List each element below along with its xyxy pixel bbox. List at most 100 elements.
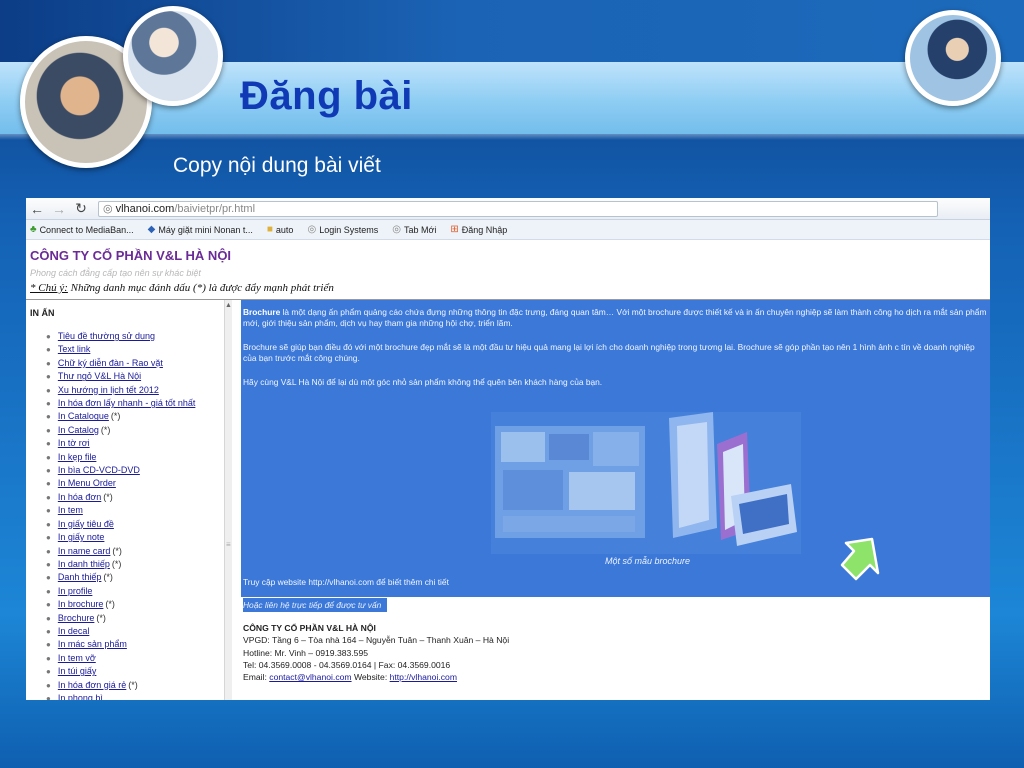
sidebar-heading: IN ẤN xyxy=(30,308,55,318)
sidebar-category-item[interactable]: ● Thư ngỏ V&L Hà Nội xyxy=(46,370,197,383)
category-link[interactable]: In túi giấy xyxy=(58,666,97,676)
sidebar-category-item[interactable]: ● In hóa đơn (*) xyxy=(46,491,197,504)
visit-website-text: Truy cập website http://vlhanoi.com để b… xyxy=(243,577,449,587)
category-link[interactable]: In name card xyxy=(58,546,111,556)
bullet-icon: ● xyxy=(46,667,51,677)
bookmark-item[interactable]: ♣ Connect to MediaBan... xyxy=(30,224,134,235)
category-link[interactable]: In tem xyxy=(58,505,83,515)
featured-mark: (*) xyxy=(110,411,121,422)
sidebar-category-item[interactable]: ● In kẹp file xyxy=(46,451,197,464)
info-tel: Tel: 04.3569.0008 - 04.3569.0164 | Fax: … xyxy=(243,659,451,670)
category-link[interactable]: In Menu Order xyxy=(58,478,116,488)
bullet-icon: ● xyxy=(46,546,51,556)
bullet-icon: ● xyxy=(46,425,51,435)
sidebar-category-item[interactable]: ● In túi giấy xyxy=(46,665,197,678)
sidebar-category-item[interactable]: ● In hóa đơn giá rẻ (*) xyxy=(46,679,197,692)
featured-mark: (*) xyxy=(128,679,138,690)
content-paragraph: Brochure sẽ giúp bạn điều đó với một bro… xyxy=(243,342,975,363)
scroll-grip-icon[interactable]: ≡ xyxy=(226,540,231,549)
category-link[interactable]: In danh thiếp xyxy=(58,559,110,569)
sidebar-category-item[interactable]: ● In giấy tiêu đề xyxy=(46,518,197,531)
category-link[interactable]: In phong bì xyxy=(58,693,103,700)
back-arrow-icon[interactable]: ← xyxy=(26,201,48,217)
bullet-icon: ● xyxy=(46,586,51,596)
bookmark-item[interactable]: ■ auto xyxy=(267,224,294,235)
bookmark-item[interactable]: ⊞ Đăng Nhập xyxy=(450,224,507,235)
category-link[interactable]: In giấy tiêu đề xyxy=(58,519,114,529)
note-text: * Chú ý: Những danh mục đánh dấu (*) là … xyxy=(30,282,334,294)
bullet-icon: ● xyxy=(46,653,51,663)
category-link[interactable]: Xu hướng in lịch tết 2012 xyxy=(58,385,159,395)
bullet-icon: ● xyxy=(46,600,51,610)
sidebar-category-item[interactable]: ● In bìa CD-VCD-DVD xyxy=(46,464,197,477)
category-link[interactable]: In hóa đơn xyxy=(58,492,101,502)
sidebar-category-item[interactable]: ● In Catalog (*) xyxy=(46,424,197,437)
reload-icon[interactable]: ↻ xyxy=(70,200,92,217)
category-link[interactable]: Thư ngỏ V&L Hà Nội xyxy=(58,371,141,381)
sidebar-category-item[interactable]: ● In tờ rơi xyxy=(46,437,197,450)
email-link[interactable]: contact@vlhanoi.com xyxy=(269,672,351,682)
bullet-icon: ● xyxy=(46,533,51,543)
bookmark-item[interactable]: ◎ Tab Mới xyxy=(392,224,436,235)
category-link[interactable]: In giấy note xyxy=(58,532,105,542)
sidebar-category-item[interactable]: ● In profile xyxy=(46,585,197,598)
category-link[interactable]: In decal xyxy=(58,626,90,636)
sidebar-category-item[interactable]: ● In decal xyxy=(46,625,197,638)
bookmark-label: Đăng Nhập xyxy=(461,224,508,235)
sidebar-category-item[interactable]: ● In hóa đơn lấy nhanh - giá tốt nhất xyxy=(46,397,197,410)
sidebar-category-item[interactable]: ● In name card (*) xyxy=(46,545,197,558)
content-paragraph: Hãy cùng V&L Hà Nội để lại dù một góc nh… xyxy=(243,377,603,387)
category-link[interactable]: In brochure xyxy=(58,599,104,609)
sidebar-category-item[interactable]: ● In Menu Order xyxy=(46,477,197,490)
globe-icon: ◎ xyxy=(103,203,113,215)
sidebar-category-item[interactable]: ● In tem vỡ xyxy=(46,652,197,665)
bullet-icon: ● xyxy=(46,693,51,700)
category-link[interactable]: In profile xyxy=(58,586,93,596)
url-input[interactable]: ◎ vlhanoi.com/baivietpr/pr.html xyxy=(98,200,938,217)
bullet-icon: ● xyxy=(46,399,51,409)
category-link[interactable]: Tiêu đề thường sử dụng xyxy=(58,331,155,341)
category-link[interactable]: In Catalogue xyxy=(58,411,109,421)
category-link[interactable]: In tem vỡ xyxy=(58,653,96,663)
category-link[interactable]: In tờ rơi xyxy=(58,438,90,448)
category-link[interactable]: Danh thiếp xyxy=(58,572,102,582)
category-link[interactable]: Brochure xyxy=(58,613,95,623)
sidebar-category-item[interactable]: ● In mác sản phẩm xyxy=(46,638,197,651)
bullet-icon: ● xyxy=(46,466,51,476)
category-link[interactable]: In bìa CD-VCD-DVD xyxy=(58,465,140,475)
sidebar-category-item[interactable]: ● Text link xyxy=(46,343,197,356)
category-sidebar: IN ẤN ● Tiêu đề thường sử dụng ● Text link ●… xyxy=(26,300,231,700)
sidebar-category-item[interactable]: ● Chữ ký diễn đàn - Rao vặt xyxy=(46,357,197,370)
website-link[interactable]: http://vlhanoi.com xyxy=(390,672,457,682)
category-link[interactable]: Text link xyxy=(58,344,91,354)
bookmark-item[interactable]: ◎ Login Systems xyxy=(307,224,378,235)
sidebar-category-item[interactable]: ● Xu hướng in lịch tết 2012 xyxy=(46,384,197,397)
sidebar-scrollbar[interactable]: ▲ ≡ xyxy=(224,300,232,700)
featured-mark: (*) xyxy=(112,545,122,556)
sidebar-category-item[interactable]: ● Tiêu đề thường sử dụng xyxy=(46,330,197,343)
businessman-phone-photo xyxy=(905,10,1001,106)
bookmark-label: Máy giặt mini Nonan t... xyxy=(158,224,253,235)
sidebar-category-item[interactable]: ● In danh thiếp (*) xyxy=(46,558,197,571)
forward-arrow-icon[interactable]: → xyxy=(48,201,70,217)
category-link[interactable]: In Catalog xyxy=(58,425,99,435)
sidebar-category-item[interactable]: ● In brochure (*) xyxy=(46,598,197,611)
sidebar-category-item[interactable]: ● In tem xyxy=(46,504,197,517)
sidebar-category-item[interactable]: ● Brochure (*) xyxy=(46,612,197,625)
sidebar-category-item[interactable]: ● In giấy note xyxy=(46,531,197,544)
sidebar-category-item[interactable]: ● In Catalogue (*) xyxy=(46,410,197,423)
contact-highlight-text[interactable]: Hoặc liên hệ trực tiếp để được tư vấn xyxy=(243,598,387,612)
url-domain: vlhanoi.com xyxy=(115,202,175,215)
category-link[interactable]: In mác sản phẩm xyxy=(58,639,127,649)
category-link[interactable]: Chữ ký diễn đàn - Rao vặt xyxy=(58,358,163,368)
website-label: Website: xyxy=(351,672,390,683)
address-bar: ← → ↻ ◎ vlhanoi.com/baivietpr/pr.html xyxy=(26,198,990,220)
category-list: ● Tiêu đề thường sử dụng ● Text link ● Chữ ký… xyxy=(46,330,197,700)
scroll-up-icon[interactable]: ▲ xyxy=(225,302,232,309)
category-link[interactable]: In hóa đơn giá rẻ xyxy=(58,680,126,690)
bookmark-item[interactable]: ◆ Máy giặt mini Nonan t... xyxy=(148,224,253,235)
sidebar-category-item[interactable]: ● In phong bì xyxy=(46,692,197,700)
category-link[interactable]: In hóa đơn lấy nhanh - giá tốt nhất xyxy=(58,398,196,408)
sidebar-category-item[interactable]: ● Danh thiếp (*) xyxy=(46,571,197,584)
category-link[interactable]: In kẹp file xyxy=(58,452,97,462)
